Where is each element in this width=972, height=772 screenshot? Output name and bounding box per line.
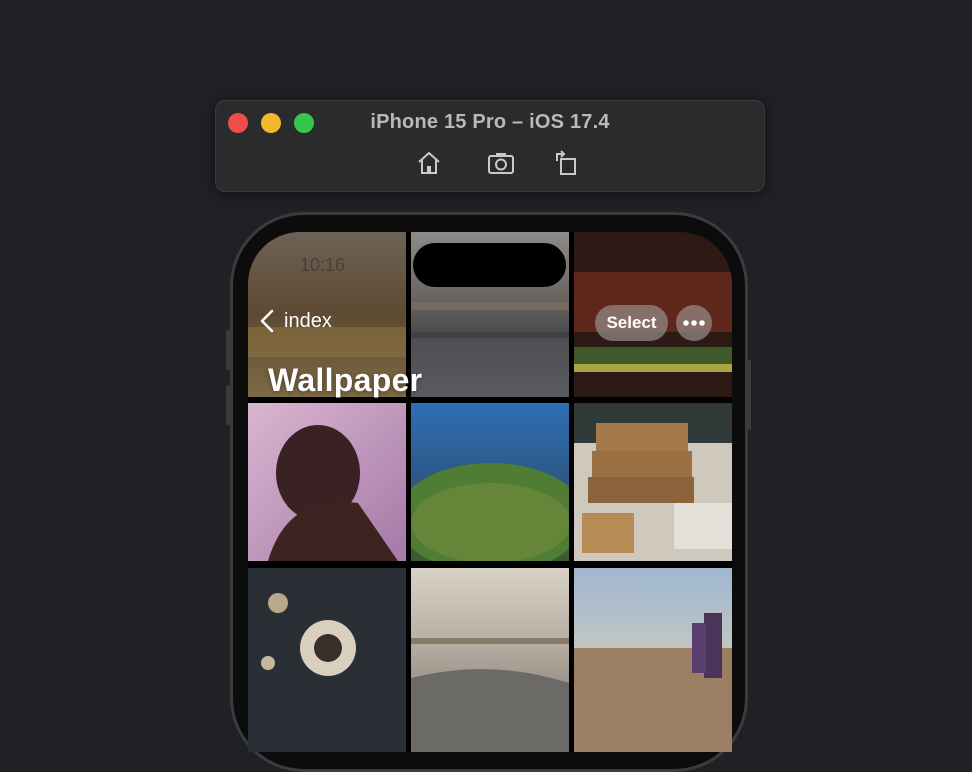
wallpaper-thumbnail[interactable]: [248, 403, 406, 561]
wallpaper-thumbnail[interactable]: [574, 568, 732, 752]
wallpaper-thumbnail[interactable]: [411, 568, 569, 752]
wallpaper-thumbnail[interactable]: [411, 403, 569, 561]
chevron-left-icon: [260, 309, 274, 333]
volume-up-button: [226, 330, 230, 370]
page-title: Wallpaper: [268, 362, 423, 398]
volume-down-button: [226, 385, 230, 425]
select-button[interactable]: Select: [595, 305, 668, 341]
back-button[interactable]: index: [258, 308, 332, 334]
power-button: [747, 360, 751, 430]
simulator-window-header: iPhone 15 Pro – iOS 17.4: [215, 100, 765, 192]
status-bar-time: 10:16: [300, 255, 346, 275]
rotate-icon[interactable]: [553, 149, 581, 177]
simulator-title: iPhone 15 Pro – iOS 17.4: [370, 111, 610, 133]
ellipsis-icon: [683, 320, 705, 326]
wallpaper-thumbnail[interactable]: [248, 568, 406, 752]
wallpaper-thumbnail[interactable]: [574, 403, 732, 561]
camera-icon[interactable]: [487, 149, 515, 177]
back-button-label: index: [284, 309, 332, 332]
phone-screen: 10:16 index Select Wallpaper: [248, 232, 732, 752]
more-button[interactable]: [676, 305, 712, 341]
dynamic-island: [413, 243, 566, 287]
home-icon[interactable]: [415, 149, 443, 177]
